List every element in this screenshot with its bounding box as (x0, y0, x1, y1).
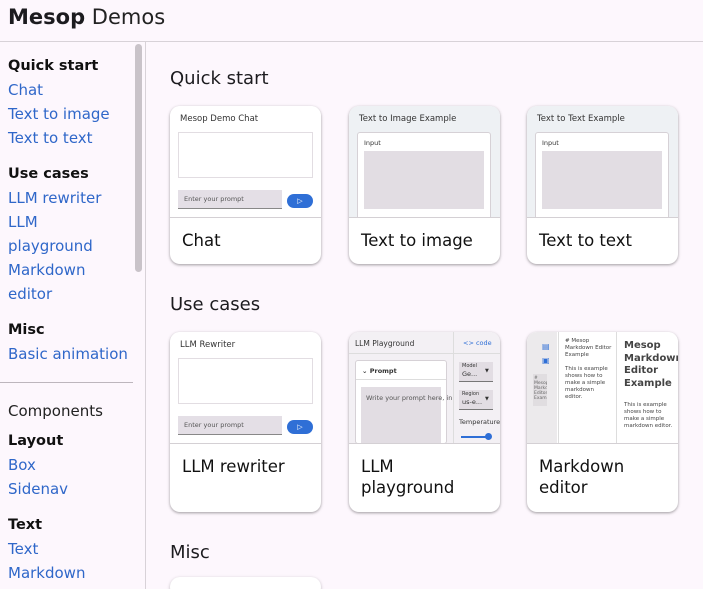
thumb-title: Text to Text Example (537, 114, 625, 124)
thumb-send-icon: ▷ (287, 420, 313, 434)
thumb-title: LLM Rewriter (180, 340, 236, 350)
demo-card-text-to-image[interactable]: Text to Image Example Input Text to imag… (349, 106, 500, 264)
sidebar-nav: Quick start Chat Text to image Text to t… (0, 42, 146, 589)
sidebar-item-markdown-editor-line2[interactable]: editor (8, 285, 52, 303)
demo-card-markdown-editor[interactable]: ▤ ▣ # Mesop Markdown Editor Example # Me… (527, 332, 678, 512)
section-title-use-cases: Use cases (170, 294, 261, 315)
sidebar-section-layout: Layout (8, 433, 64, 449)
thumb-prompt-divider (356, 379, 446, 380)
thumb-preview-heading: Mesop Markdown Editor Example (624, 340, 678, 389)
sidebar-item-text-to-text[interactable]: Text to text (8, 129, 93, 147)
brand-name: Mesop (8, 5, 86, 29)
thumb-model-select: Model Ge... ▼ (459, 362, 493, 382)
card-label-line2: playground (361, 478, 455, 497)
thumb-md-source: # Mesop Markdown Editor Example (565, 338, 612, 358)
thumb-input-label: Input (364, 139, 381, 147)
thumb-md-source-body: This is example shows how to make a simp… (565, 366, 608, 400)
sidebar-item-text[interactable]: Text (8, 540, 38, 558)
sidebar-item-llm-playground-line2[interactable]: playground (8, 237, 93, 255)
thumb-toolbar: ▤ ▣ # Mesop Markdown Editor Example (527, 332, 557, 443)
section-title-misc: Misc (170, 542, 210, 563)
sidebar-section-use-cases: Use cases (8, 166, 89, 182)
thumb-region-caret-icon: ▼ (485, 396, 489, 402)
sidebar-item-text-to-image[interactable]: Text to image (8, 105, 110, 123)
thumb-model-value: Ge... (462, 370, 478, 378)
thumb-prompt-input: Enter your prompt (178, 190, 282, 209)
section-title-quick-start: Quick start (170, 68, 269, 89)
thumb-prompt-panel: ⌄ Prompt Write your prompt here, in (355, 360, 452, 443)
card-thumbnail: ▤ ▣ # Mesop Markdown Editor Example # Me… (527, 332, 678, 444)
card-label: Text to text (539, 231, 632, 250)
thumb-prompt-placeholder: Write your prompt here, in (366, 394, 453, 402)
sidebar-section-text: Text (8, 517, 43, 533)
thumb-output-area (178, 358, 313, 404)
thumb-region-value: us-e... (462, 398, 483, 406)
thumb-preview-pane: Mesop Markdown Editor Example This is ex… (618, 332, 678, 443)
thumb-input-box (542, 151, 662, 209)
brand-title[interactable]: Mesop Demos (8, 5, 165, 29)
card-thumbnail: Mesop Demo Chat Enter your prompt ▷ (170, 106, 321, 218)
thumb-image-icon: ▣ (542, 356, 550, 365)
thumb-source-pane: # Mesop Markdown Editor Example This is … (558, 332, 617, 443)
sidebar-item-llm-rewriter[interactable]: LLM rewriter (8, 189, 101, 207)
sidebar-item-box[interactable]: Box (8, 456, 36, 474)
card-thumbnail: LLM Rewriter Enter your prompt ▷ (170, 332, 321, 444)
sidebar-item-chat[interactable]: Chat (8, 81, 43, 99)
thumb-side-panel: # Mesop Markdown Editor Example (533, 374, 547, 406)
thumb-input-panel: Input (535, 132, 669, 217)
thumb-model-caret-icon: ▼ (485, 368, 489, 374)
thumb-doc-icon: ▤ (542, 342, 550, 351)
sidebar-item-markdown-editor-line1[interactable]: Markdown (8, 261, 85, 279)
thumb-input-label: Input (542, 139, 559, 147)
thumb-divider (349, 353, 500, 354)
thumb-vertical-divider (453, 332, 454, 443)
thumb-side-text: # Mesop Markdown Editor Example (534, 376, 547, 401)
thumb-preview-body: This is example shows how to make a simp… (624, 402, 673, 429)
thumb-prompt-box: Write your prompt here, in (361, 387, 452, 443)
thumb-region-select: Region us-e... ▼ (459, 390, 493, 410)
thumb-title: Mesop Demo Chat (180, 114, 259, 124)
card-label-line1: Markdown (539, 457, 625, 476)
card-label: LLM rewriter (182, 457, 285, 476)
card-thumbnail: LLM Playground <> code ⌄ Prompt Write yo… (349, 332, 500, 444)
thumb-input-panel: Input (357, 132, 491, 217)
demo-card-llm-rewriter[interactable]: LLM Rewriter Enter your prompt ▷ LLM rew… (170, 332, 321, 512)
thumb-model-label: Model (462, 363, 478, 369)
app-header: Mesop Demos (0, 0, 703, 42)
sidebar-components-label: Components (8, 402, 103, 420)
thumb-input-box (364, 151, 484, 209)
thumb-chat-area (178, 132, 313, 178)
sidebar-item-llm-playground-line1[interactable]: LLM (8, 213, 38, 231)
thumb-code-link: <> code (463, 339, 492, 347)
sidebar-section-misc: Misc (8, 322, 45, 338)
sidebar-item-markdown[interactable]: Markdown (8, 564, 85, 582)
card-label: LLM playground (361, 456, 491, 498)
thumb-prompt-label: ⌄ Prompt (362, 367, 397, 375)
brand-subtitle: Demos (91, 5, 166, 29)
card-label: Text to image (361, 231, 473, 250)
card-thumbnail: Text to Image Example Input (349, 106, 500, 218)
card-thumbnail: Text to Text Example Input (527, 106, 678, 218)
thumb-temperature-label: Temperature (459, 418, 500, 426)
sidebar-divider (0, 382, 133, 383)
thumb-send-icon: ▷ (287, 194, 313, 208)
demo-card-chat[interactable]: Mesop Demo Chat Enter your prompt ▷ Chat (170, 106, 321, 264)
sidebar-item-basic-animation[interactable]: Basic animation (8, 345, 128, 363)
sidebar-scrollbar[interactable] (135, 44, 142, 272)
sidebar-section-quick-start: Quick start (8, 58, 99, 74)
card-label-line1: LLM (361, 457, 394, 476)
card-label-line2: editor (539, 478, 588, 497)
thumb-slider-thumb (485, 433, 492, 440)
card-label: Chat (182, 231, 221, 250)
demo-card-llm-playground[interactable]: LLM Playground <> code ⌄ Prompt Write yo… (349, 332, 500, 512)
demo-card-basic-animation[interactable] (170, 577, 321, 589)
main-content: Quick start Mesop Demo Chat Enter your p… (147, 42, 703, 589)
thumb-prompt-input: Enter your prompt (178, 416, 282, 435)
card-label: Markdown editor (539, 456, 669, 498)
thumb-region-label: Region (462, 391, 480, 397)
thumb-title: LLM Playground (355, 339, 415, 348)
demo-card-text-to-text[interactable]: Text to Text Example Input Text to text (527, 106, 678, 264)
sidebar-item-sidenav[interactable]: Sidenav (8, 480, 68, 498)
thumb-title: Text to Image Example (359, 114, 457, 124)
